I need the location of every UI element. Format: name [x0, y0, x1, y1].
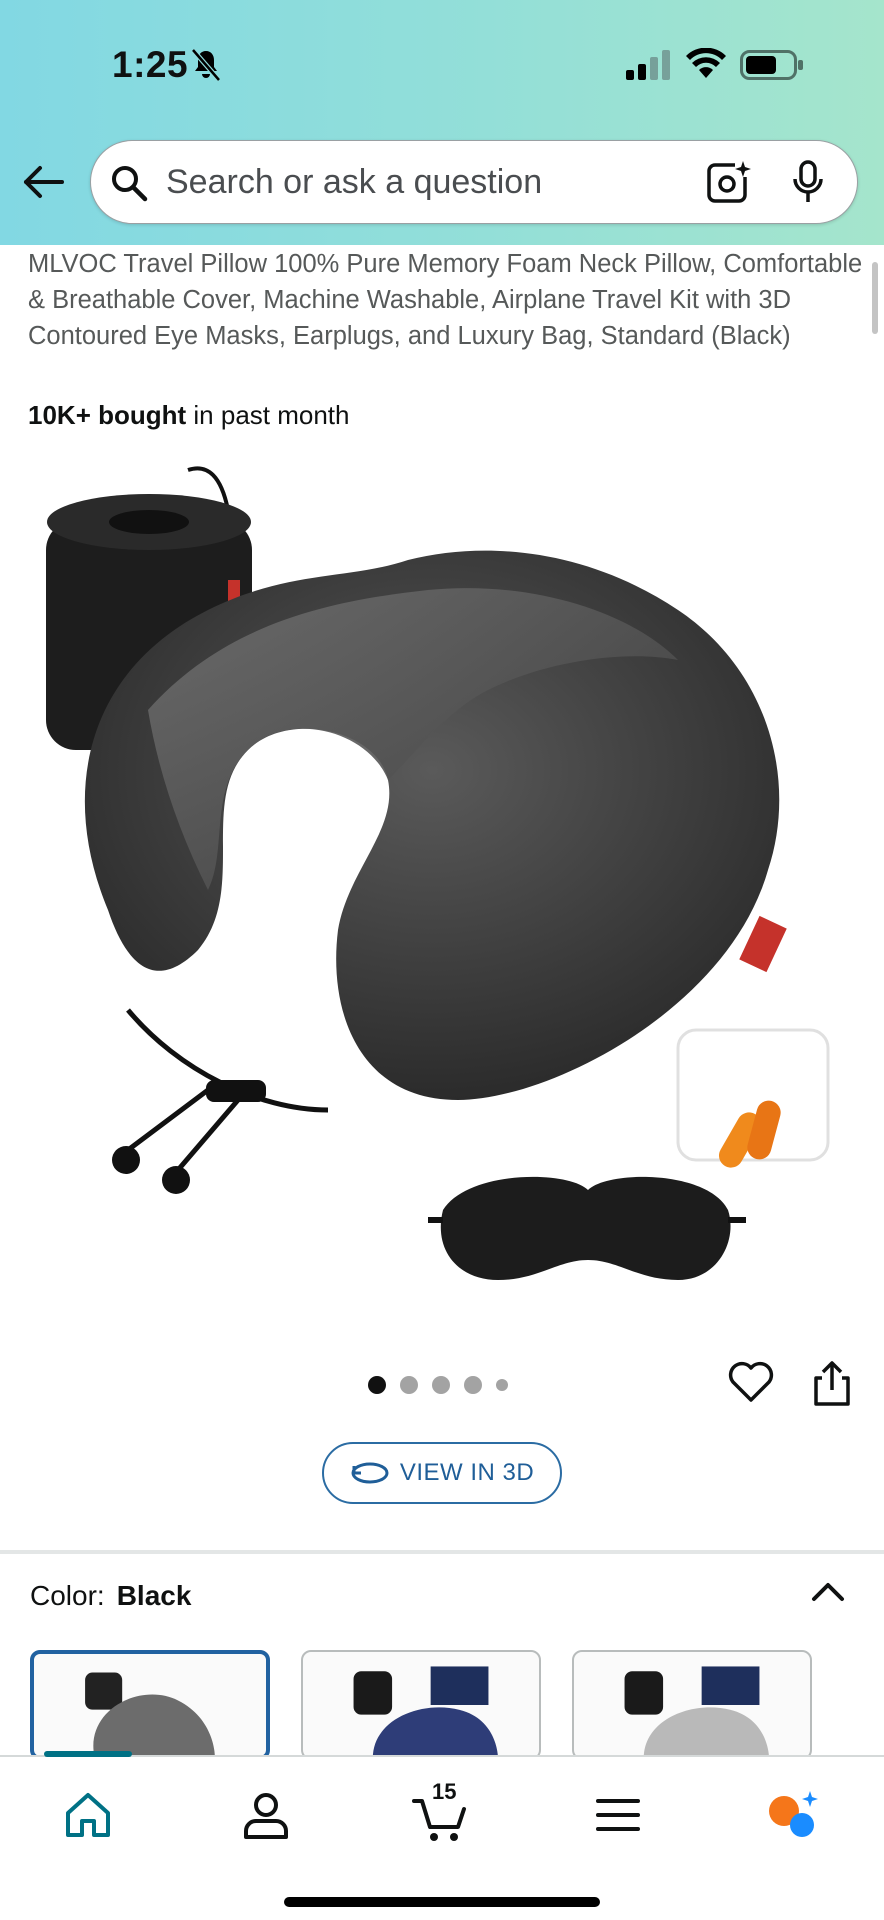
color-swatch-grey[interactable] [572, 1650, 812, 1760]
chevron-up-icon[interactable] [810, 1575, 846, 1605]
rufus-icon[interactable] [764, 1787, 820, 1843]
color-swatch-black[interactable] [30, 1650, 270, 1760]
scrollbar[interactable] [872, 262, 878, 334]
view-in-3d-label: VIEW IN 3D [399, 1459, 535, 1486]
bought-count-rest: in past month [186, 400, 350, 430]
carousel-dot[interactable] [496, 1379, 508, 1391]
carousel-dot[interactable] [400, 1376, 418, 1394]
color-value: Black [116, 1580, 192, 1611]
color-selector-label: Color: Black [30, 1580, 191, 1612]
microphone-icon[interactable] [791, 159, 825, 205]
camera-lens-icon[interactable] [705, 159, 751, 205]
product-image[interactable] [28, 450, 856, 1310]
account-icon[interactable] [238, 1787, 294, 1843]
swatch-image [85, 1672, 215, 1756]
section-divider [0, 1550, 884, 1554]
color-label: Color: [30, 1580, 105, 1611]
rotate-3d-icon [351, 1462, 389, 1484]
home-indicator[interactable] [284, 1897, 600, 1907]
neck-pillow [84, 550, 787, 1100]
view-in-3d-button[interactable]: VIEW IN 3D [322, 1442, 562, 1504]
carousel-dot[interactable] [464, 1376, 482, 1394]
pillow-cord [112, 1008, 329, 1194]
app-header: 1:25 Search or ask a question [0, 0, 884, 245]
battery-icon [740, 50, 803, 80]
swatch-image [624, 1666, 770, 1758]
carousel-dots[interactable] [368, 1375, 508, 1395]
carousel-dot[interactable] [368, 1376, 386, 1394]
bottom-navigation: 15 [0, 1751, 884, 1920]
search-placeholder: Search or ask a question [166, 163, 543, 201]
swatch-image [353, 1666, 499, 1758]
bought-count-bold: 10K+ bought [28, 400, 187, 430]
cart-count: 15 [432, 1779, 457, 1804]
search-bar[interactable]: Search or ask a question [90, 140, 858, 224]
back-arrow-icon[interactable] [22, 160, 66, 204]
search-icon [112, 166, 148, 202]
heart-icon[interactable] [728, 1360, 774, 1404]
bell-slash-icon [191, 48, 221, 82]
status-time: 1:25 [112, 44, 189, 85]
carousel-dot[interactable] [432, 1376, 450, 1394]
cellular-signal-icon [626, 50, 670, 80]
product-title: MLVOC Travel Pillow 100% Pure Memory Foa… [28, 250, 863, 350]
home-icon[interactable] [60, 1787, 116, 1843]
active-tab-indicator [44, 1751, 132, 1757]
menu-icon[interactable] [590, 1787, 646, 1843]
share-icon[interactable] [810, 1360, 854, 1408]
color-swatch-navy[interactable] [301, 1650, 541, 1760]
earplugs [676, 1028, 830, 1168]
bought-count: 10K+ bought in past month [28, 400, 349, 431]
wifi-icon [686, 48, 726, 78]
eye-mask [428, 1176, 746, 1280]
